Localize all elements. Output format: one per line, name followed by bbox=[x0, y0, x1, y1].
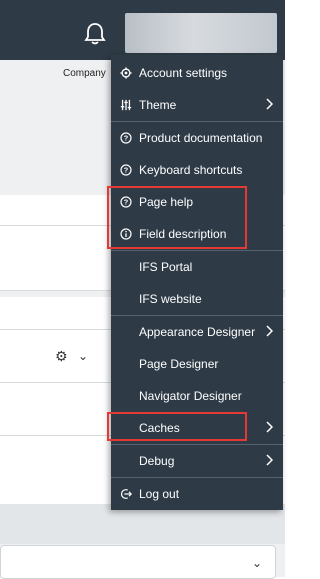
menu-item-label: Keyboard shortcuts bbox=[139, 163, 243, 177]
help-circle-icon: ? bbox=[119, 163, 133, 177]
menu-item-page-help[interactable]: ? Page help bbox=[111, 186, 283, 218]
menu-item-label: Appearance Designer bbox=[139, 325, 256, 339]
logout-icon bbox=[119, 487, 133, 501]
page-section bbox=[0, 504, 285, 544]
menu-item-account-settings[interactable]: Account settings bbox=[111, 57, 283, 89]
menu-item-keyboard-shortcuts[interactable]: ? Keyboard shortcuts bbox=[111, 154, 283, 186]
menu-item-ifs-website[interactable]: IFS website bbox=[111, 283, 283, 315]
menu-item-theme[interactable]: Theme bbox=[111, 89, 283, 121]
menu-item-label: IFS Portal bbox=[139, 260, 193, 274]
svg-text:?: ? bbox=[124, 198, 129, 207]
company-label: Company bbox=[63, 68, 106, 79]
menu-item-label: Page Designer bbox=[139, 357, 219, 371]
svg-text:?: ? bbox=[124, 166, 129, 175]
menu-item-ifs-portal[interactable]: IFS Portal bbox=[111, 251, 283, 283]
menu-item-page-designer[interactable]: Page Designer bbox=[111, 348, 283, 380]
menu-item-appearance-designer[interactable]: Appearance Designer bbox=[111, 316, 283, 348]
svg-text:?: ? bbox=[124, 134, 129, 143]
menu-item-field-description[interactable]: Field description bbox=[111, 218, 283, 250]
chevron-down-icon[interactable]: ⌄ bbox=[252, 556, 262, 570]
bell-icon[interactable] bbox=[84, 22, 106, 46]
top-bar bbox=[0, 0, 285, 60]
menu-item-label: Caches bbox=[139, 421, 180, 435]
user-menu: Account settings Theme ? Product documen… bbox=[107, 55, 283, 510]
menu-item-label: Field description bbox=[139, 227, 227, 241]
menu-item-caches[interactable]: Caches bbox=[111, 412, 283, 444]
menu-item-product-documentation[interactable]: ? Product documentation bbox=[111, 122, 283, 154]
user-profile-button[interactable] bbox=[125, 13, 277, 53]
menu-item-navigator-designer[interactable]: Navigator Designer bbox=[111, 380, 283, 412]
chevron-down-icon[interactable]: ⌄ bbox=[78, 349, 88, 363]
chevron-right-icon bbox=[266, 421, 273, 433]
menu-item-label: Navigator Designer bbox=[139, 389, 242, 403]
menu-item-label: Theme bbox=[139, 98, 177, 112]
menu-item-label: Log out bbox=[139, 487, 180, 501]
chevron-right-icon bbox=[266, 325, 273, 337]
info-circle-icon bbox=[119, 227, 133, 241]
menu-item-label: IFS website bbox=[139, 292, 202, 306]
menu-item-debug[interactable]: Debug bbox=[111, 445, 283, 477]
sliders-icon bbox=[119, 98, 133, 112]
help-circle-icon: ? bbox=[119, 131, 133, 145]
menu-item-label: Page help bbox=[139, 195, 194, 209]
chevron-right-icon bbox=[266, 98, 273, 110]
help-circle-icon: ? bbox=[119, 195, 133, 209]
menu-item-label: Product documentation bbox=[139, 131, 263, 145]
menu-item-label: Account settings bbox=[139, 66, 228, 80]
chevron-right-icon bbox=[266, 454, 273, 466]
menu-item-log-out[interactable]: Log out bbox=[111, 478, 283, 510]
menu-item-label: Debug bbox=[139, 454, 175, 468]
gear-icon[interactable]: ⚙ bbox=[55, 348, 68, 365]
dropdown-select[interactable] bbox=[0, 545, 276, 579]
gear-icon bbox=[119, 66, 133, 80]
